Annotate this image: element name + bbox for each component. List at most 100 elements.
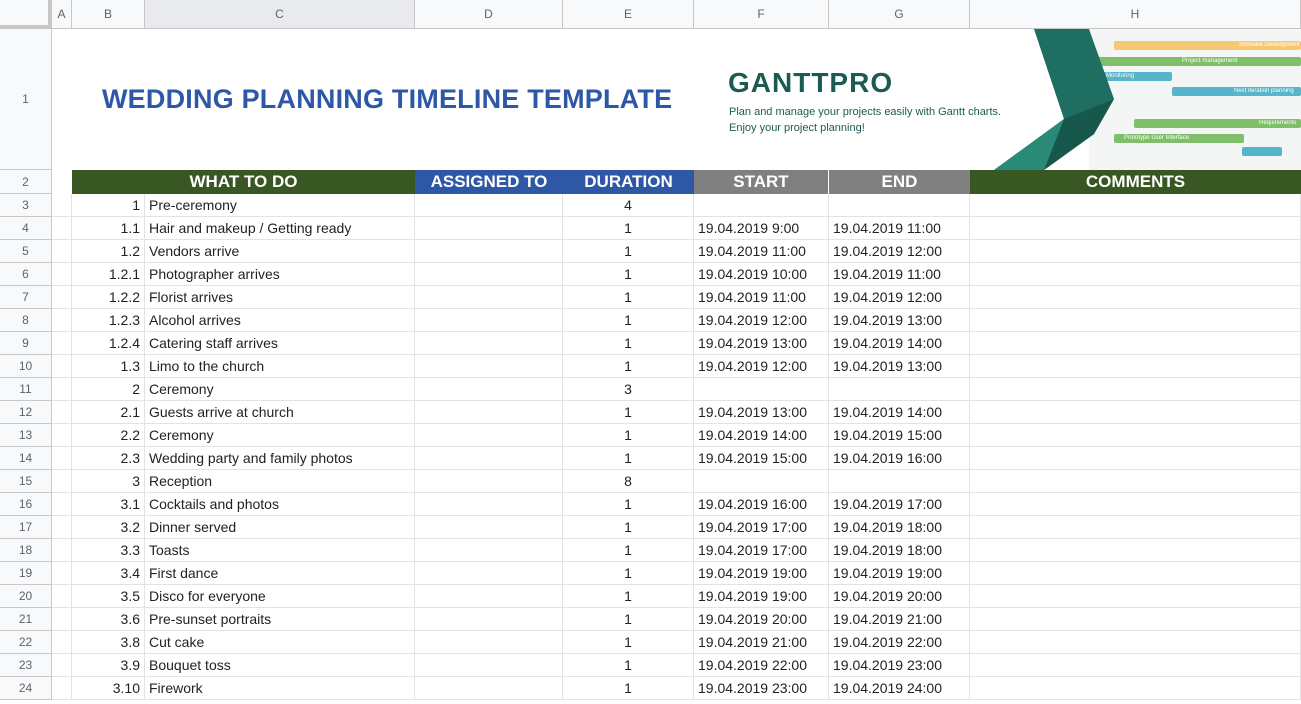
end-cell[interactable]	[829, 378, 970, 401]
start-cell[interactable]: 19.04.2019 22:00	[694, 654, 829, 677]
comments-cell[interactable]	[970, 516, 1301, 539]
start-cell[interactable]: 19.04.2019 15:00	[694, 447, 829, 470]
column-header-e[interactable]: E	[563, 0, 694, 29]
title-cell[interactable]: WEDDING PLANNING TIMELINE TEMPLATE	[52, 29, 694, 170]
start-cell[interactable]: 19.04.2019 20:00	[694, 608, 829, 631]
comments-cell[interactable]	[970, 332, 1301, 355]
task-number-cell[interactable]: 3.5	[72, 585, 145, 608]
end-cell[interactable]: 19.04.2019 17:00	[829, 493, 970, 516]
end-cell[interactable]: 19.04.2019 19:00	[829, 562, 970, 585]
assigned-to-cell[interactable]	[415, 562, 563, 585]
task-number-cell[interactable]: 1.2.1	[72, 263, 145, 286]
end-cell[interactable]: 19.04.2019 16:00	[829, 447, 970, 470]
column-header-g[interactable]: G	[829, 0, 970, 29]
task-name-cell[interactable]: Vendors arrive	[145, 240, 415, 263]
assigned-to-cell[interactable]	[415, 470, 563, 493]
duration-cell[interactable]: 1	[563, 286, 694, 309]
header-comments[interactable]: COMMENTS	[970, 170, 1301, 194]
task-name-cell[interactable]: Florist arrives	[145, 286, 415, 309]
assigned-to-cell[interactable]	[415, 286, 563, 309]
duration-cell[interactable]: 1	[563, 493, 694, 516]
end-cell[interactable]	[829, 470, 970, 493]
cell-a[interactable]	[52, 424, 72, 447]
comments-cell[interactable]	[970, 263, 1301, 286]
end-cell[interactable]: 19.04.2019 13:00	[829, 309, 970, 332]
start-cell[interactable]: 19.04.2019 13:00	[694, 332, 829, 355]
task-number-cell[interactable]: 3.6	[72, 608, 145, 631]
cell-a[interactable]	[52, 470, 72, 493]
duration-cell[interactable]: 1	[563, 585, 694, 608]
column-header-h[interactable]: H	[970, 0, 1301, 29]
row-header[interactable]: 3	[0, 194, 52, 217]
duration-cell[interactable]: 1	[563, 562, 694, 585]
task-name-cell[interactable]: Limo to the church	[145, 355, 415, 378]
row-header[interactable]: 10	[0, 355, 52, 378]
task-name-cell[interactable]: Hair and makeup / Getting ready	[145, 217, 415, 240]
comments-cell[interactable]	[970, 539, 1301, 562]
header-end[interactable]: END	[829, 170, 970, 194]
start-cell[interactable]	[694, 378, 829, 401]
comments-cell[interactable]	[970, 355, 1301, 378]
row-header[interactable]: 11	[0, 378, 52, 401]
comments-cell[interactable]	[970, 378, 1301, 401]
cell-a[interactable]	[52, 332, 72, 355]
cell-a[interactable]	[52, 263, 72, 286]
assigned-to-cell[interactable]	[415, 355, 563, 378]
start-cell[interactable]: 19.04.2019 14:00	[694, 424, 829, 447]
task-name-cell[interactable]: Pre-sunset portraits	[145, 608, 415, 631]
task-name-cell[interactable]: Guests arrive at church	[145, 401, 415, 424]
duration-cell[interactable]: 1	[563, 424, 694, 447]
start-cell[interactable]: 19.04.2019 13:00	[694, 401, 829, 424]
ganttpro-banner[interactable]: Software Development Project management …	[694, 29, 1301, 170]
task-name-cell[interactable]: Firework	[145, 677, 415, 700]
row-header[interactable]: 5	[0, 240, 52, 263]
end-cell[interactable]: 19.04.2019 18:00	[829, 516, 970, 539]
row-header[interactable]: 17	[0, 516, 52, 539]
task-name-cell[interactable]: Ceremony	[145, 378, 415, 401]
task-name-cell[interactable]: Alcohol arrives	[145, 309, 415, 332]
task-name-cell[interactable]: Catering staff arrives	[145, 332, 415, 355]
task-name-cell[interactable]: Photographer arrives	[145, 263, 415, 286]
task-number-cell[interactable]: 1.3	[72, 355, 145, 378]
comments-cell[interactable]	[970, 562, 1301, 585]
start-cell[interactable]: 19.04.2019 11:00	[694, 240, 829, 263]
duration-cell[interactable]: 1	[563, 608, 694, 631]
cell-a[interactable]	[52, 585, 72, 608]
assigned-to-cell[interactable]	[415, 217, 563, 240]
duration-cell[interactable]: 1	[563, 309, 694, 332]
row-header[interactable]: 24	[0, 677, 52, 700]
start-cell[interactable]: 19.04.2019 19:00	[694, 585, 829, 608]
task-name-cell[interactable]: Dinner served	[145, 516, 415, 539]
assigned-to-cell[interactable]	[415, 240, 563, 263]
end-cell[interactable]: 19.04.2019 12:00	[829, 286, 970, 309]
comments-cell[interactable]	[970, 240, 1301, 263]
assigned-to-cell[interactable]	[415, 677, 563, 700]
cell-a[interactable]	[52, 240, 72, 263]
start-cell[interactable]: 19.04.2019 16:00	[694, 493, 829, 516]
cell-a[interactable]	[52, 447, 72, 470]
assigned-to-cell[interactable]	[415, 608, 563, 631]
duration-cell[interactable]: 1	[563, 355, 694, 378]
task-number-cell[interactable]: 3.3	[72, 539, 145, 562]
cell-a[interactable]	[52, 286, 72, 309]
task-number-cell[interactable]: 3.10	[72, 677, 145, 700]
comments-cell[interactable]	[970, 194, 1301, 217]
assigned-to-cell[interactable]	[415, 194, 563, 217]
row-header[interactable]: 23	[0, 654, 52, 677]
duration-cell[interactable]: 1	[563, 263, 694, 286]
end-cell[interactable]: 19.04.2019 12:00	[829, 240, 970, 263]
task-number-cell[interactable]: 2	[72, 378, 145, 401]
task-number-cell[interactable]: 1	[72, 194, 145, 217]
assigned-to-cell[interactable]	[415, 378, 563, 401]
assigned-to-cell[interactable]	[415, 447, 563, 470]
cell-a[interactable]	[52, 309, 72, 332]
comments-cell[interactable]	[970, 493, 1301, 516]
comments-cell[interactable]	[970, 309, 1301, 332]
task-name-cell[interactable]: Toasts	[145, 539, 415, 562]
task-name-cell[interactable]: Ceremony	[145, 424, 415, 447]
assigned-to-cell[interactable]	[415, 493, 563, 516]
cell-a[interactable]	[52, 194, 72, 217]
end-cell[interactable]	[829, 194, 970, 217]
column-header-d[interactable]: D	[415, 0, 563, 29]
header-assigned-to[interactable]: ASSIGNED TO	[415, 170, 563, 194]
